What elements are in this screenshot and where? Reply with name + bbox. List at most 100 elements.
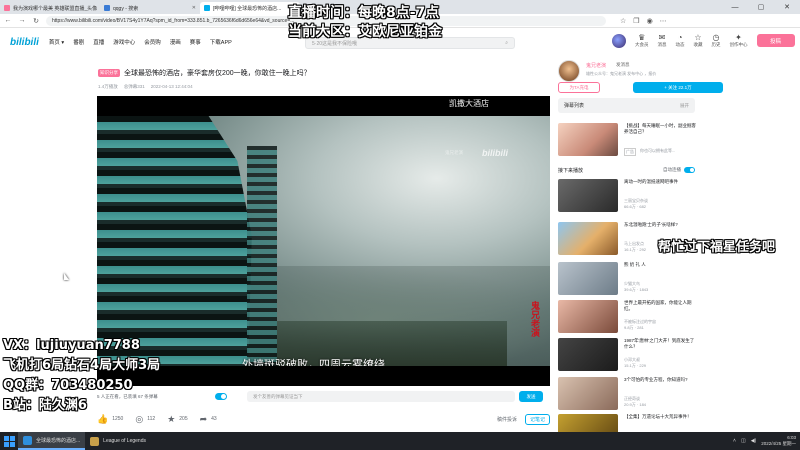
nav-game-center[interactable]: 游戏中心 [113, 38, 135, 46]
charge-button[interactable]: 为TA充电 [558, 82, 600, 93]
chevron-up-icon[interactable]: ˄ [733, 438, 736, 444]
ad-card[interactable]: 【挑战】每天睡眠一小时，副业掘客养活自己？ 广告 你也可以拥有此等... [558, 123, 698, 159]
ad-thumbnail[interactable] [558, 123, 618, 156]
reco-title[interactable]: 世界上最开拓的国家，你能让人期红。 [624, 300, 696, 312]
thumbs-up-icon: 👍 [97, 413, 109, 424]
nav-download-app[interactable]: 下载APP [210, 38, 232, 46]
windows-taskbar: 全球最恐怖的酒店... League of Legends ˄ ◫ ◀) 6:0… [0, 432, 800, 450]
reco-title[interactable]: 3个可怕的专业方程，你知道吗? [624, 377, 696, 383]
reco-title[interactable]: 【全集】万遗论坛十大荒异事件！ [624, 414, 696, 420]
report-link[interactable]: 稿件投诉 [497, 416, 517, 423]
coin-button[interactable]: ◎ 112 [135, 414, 155, 425]
like-count: 1250 [112, 416, 124, 422]
recommend-item[interactable]: 熊 奶 礼 人 少猫大鸟 39.6万 · 1843 [558, 262, 698, 298]
collections-icon[interactable]: ❐ [633, 17, 639, 25]
uploader-name[interactable]: 鬼兄老演 [586, 62, 606, 69]
danmaku-send-button[interactable]: 发送 [519, 391, 543, 402]
reco-stats: 9.8万 · 281 [624, 325, 644, 330]
notes-button[interactable]: 记笔记 [524, 413, 550, 425]
more-menu-icon[interactable]: ⋯ [660, 17, 667, 25]
recommend-item[interactable]: 离动一时的温抵速网吧事件 三丽宝贝杂谈 66.6万 · 682 [558, 179, 698, 215]
favorites-link[interactable]: ☆ 收藏 [694, 33, 703, 48]
autoplay-toggle[interactable] [684, 167, 695, 173]
reco-title[interactable]: 1987年'唐林'之门大开！到底发生了什么？ [624, 338, 696, 350]
video-player[interactable]: 凯撒大酒店 鬼兄老演 bilibili 鬼兄老演 外墙斑驳破败，四周云雾缭绕 [97, 96, 550, 386]
browser-tab[interactable]: 我为演戏哪个最美 英雄联盟直播_头像 ✕ [0, 2, 100, 14]
coin-icon: ◎ [135, 413, 144, 424]
autoplay-switch-label: 自动连播 [663, 167, 681, 172]
reco-thumbnail[interactable] [558, 222, 618, 255]
nav-label: 动态 [675, 42, 685, 47]
history-link[interactable]: ◷ 历史 [712, 33, 721, 48]
danmaku-list-expand[interactable]: 展开 [680, 103, 689, 109]
follow-button[interactable]: + 关注 22.1万 [633, 82, 723, 93]
minimize-button[interactable]: — [722, 4, 748, 11]
danmaku-input[interactable]: 发个友善的弹幕见证当下 [247, 391, 515, 402]
send-message-link[interactable]: 发消息 [616, 62, 630, 68]
nav-label: 收藏 [693, 42, 703, 47]
like-button[interactable]: 👍 1250 [97, 414, 123, 425]
nav-mall[interactable]: 会员购 [144, 38, 161, 46]
maximize-button[interactable]: ▢ [748, 3, 774, 11]
system-tray: ˄ ◫ ◀) 6:03 2022/4/25 星期一 [733, 435, 800, 447]
vip-link[interactable]: ♛ 大会员 [635, 33, 649, 48]
browser-tab[interactable]: qqgy - 搜索 ✕ [100, 2, 200, 14]
nav-esports[interactable]: 赛事 [190, 38, 201, 46]
uploader-avatar[interactable] [558, 60, 580, 82]
screen: 我为演戏哪个最美 英雄联盟直播_头像 ✕ qqgy - 搜索 ✕ [哔哩哔哩] … [0, 0, 800, 450]
nav-anime[interactable]: 番剧 [73, 38, 84, 46]
reco-title[interactable]: 离动一时的温抵速网吧事件 [624, 179, 696, 185]
nav-manga[interactable]: 漫画 [170, 38, 181, 46]
refresh-icon[interactable]: ↻ [32, 17, 40, 25]
reco-stats: 39.6万 · 1843 [624, 287, 649, 292]
forward-icon[interactable]: → [18, 17, 26, 24]
bilibili-logo[interactable]: bilibili [10, 37, 39, 48]
reco-thumbnail[interactable] [558, 377, 618, 410]
search-icon[interactable]: ⌕ [505, 40, 508, 46]
nav-live[interactable]: 直播 [93, 38, 104, 46]
share-button[interactable]: ➦ 43 [200, 414, 217, 425]
reco-title[interactable]: 熊 奶 礼 人 [624, 262, 696, 268]
volume-icon[interactable]: ◀) [751, 438, 757, 444]
ad-title[interactable]: 【挑战】每天睡眠一小时，副业掘客养活自己？ [624, 123, 696, 135]
recommend-item[interactable]: 3个可怕的专业方程，你知道吗? 正经奇谈 20.9万 · 184 [558, 377, 698, 413]
danmaku-toggle[interactable] [215, 393, 227, 400]
taskbar-clock[interactable]: 6:03 2022/4/25 星期一 [761, 435, 796, 447]
user-avatar[interactable] [612, 33, 626, 48]
close-window-button[interactable]: ✕ [774, 3, 800, 11]
search-tab-icon [104, 5, 110, 11]
browser-tab-active[interactable]: [哔哩哔哩] 全球最恐怖的酒店... ✕ [200, 2, 300, 14]
reco-stats: 66.6万 · 682 [624, 204, 647, 209]
back-icon[interactable]: ← [4, 17, 12, 24]
recommend-item[interactable]: 【全集】万遗论坛十大荒异事件！ [558, 414, 698, 432]
nav-home[interactable]: 首页 ▾ [49, 38, 64, 46]
taskbar-browser-item[interactable]: 全球最恐怖的酒店... [18, 432, 86, 450]
recommend-item[interactable]: 1987年'唐林'之门大开！到底发生了什么？ 小邓大叔 15.1万 · 229 [558, 338, 698, 374]
share-count: 43 [211, 416, 217, 422]
creator-link[interactable]: ✦ 创作中心 [730, 33, 748, 48]
reco-thumbnail[interactable] [558, 300, 618, 333]
video-tag[interactable]: 知识分享 [98, 69, 120, 77]
video-meta: 1.4万播放 总弹幕331 2022-04-13 12:44:04 [98, 84, 548, 90]
reco-thumbnail[interactable] [558, 262, 618, 295]
taskbar-lol-item[interactable]: League of Legends [85, 432, 151, 450]
profile-icon[interactable]: ◉ [647, 17, 653, 25]
publish-date: 2022-04-13 12:44:04 [150, 84, 193, 89]
messages-link[interactable]: ✉ 消息 [658, 33, 667, 48]
network-icon[interactable]: ◫ [741, 438, 746, 444]
reco-thumbnail[interactable] [558, 179, 618, 212]
favorite-star-icon[interactable]: ☆ [620, 17, 626, 25]
recommend-item[interactable]: 世界上最开拓的国家，你能让人期红。 不被标注过的宇宙 9.8万 · 281 [558, 300, 698, 336]
reco-thumbnail[interactable] [558, 338, 618, 371]
favorite-button[interactable]: ★ 205 [167, 414, 187, 425]
reco-thumbnail[interactable] [558, 414, 618, 432]
dynamic-link[interactable]: ◔ 动态 [676, 33, 685, 48]
clock-date: 2022/4/25 星期一 [761, 441, 796, 446]
video-frame[interactable]: 鬼兄老演 bilibili 鬼兄老演 外墙斑驳破败，四周云雾缭绕 [97, 116, 550, 366]
reco-title[interactable]: 东北温啪跑'士的子'长啥样? [624, 222, 696, 228]
danmaku-list-panel[interactable]: 弹幕列表 展开 [558, 98, 695, 113]
close-tab-icon[interactable]: ✕ [192, 5, 196, 11]
upload-button[interactable]: 投稿 [756, 34, 795, 47]
lightbulb-icon: ✦ [735, 33, 742, 42]
windows-start-icon[interactable] [0, 432, 18, 450]
